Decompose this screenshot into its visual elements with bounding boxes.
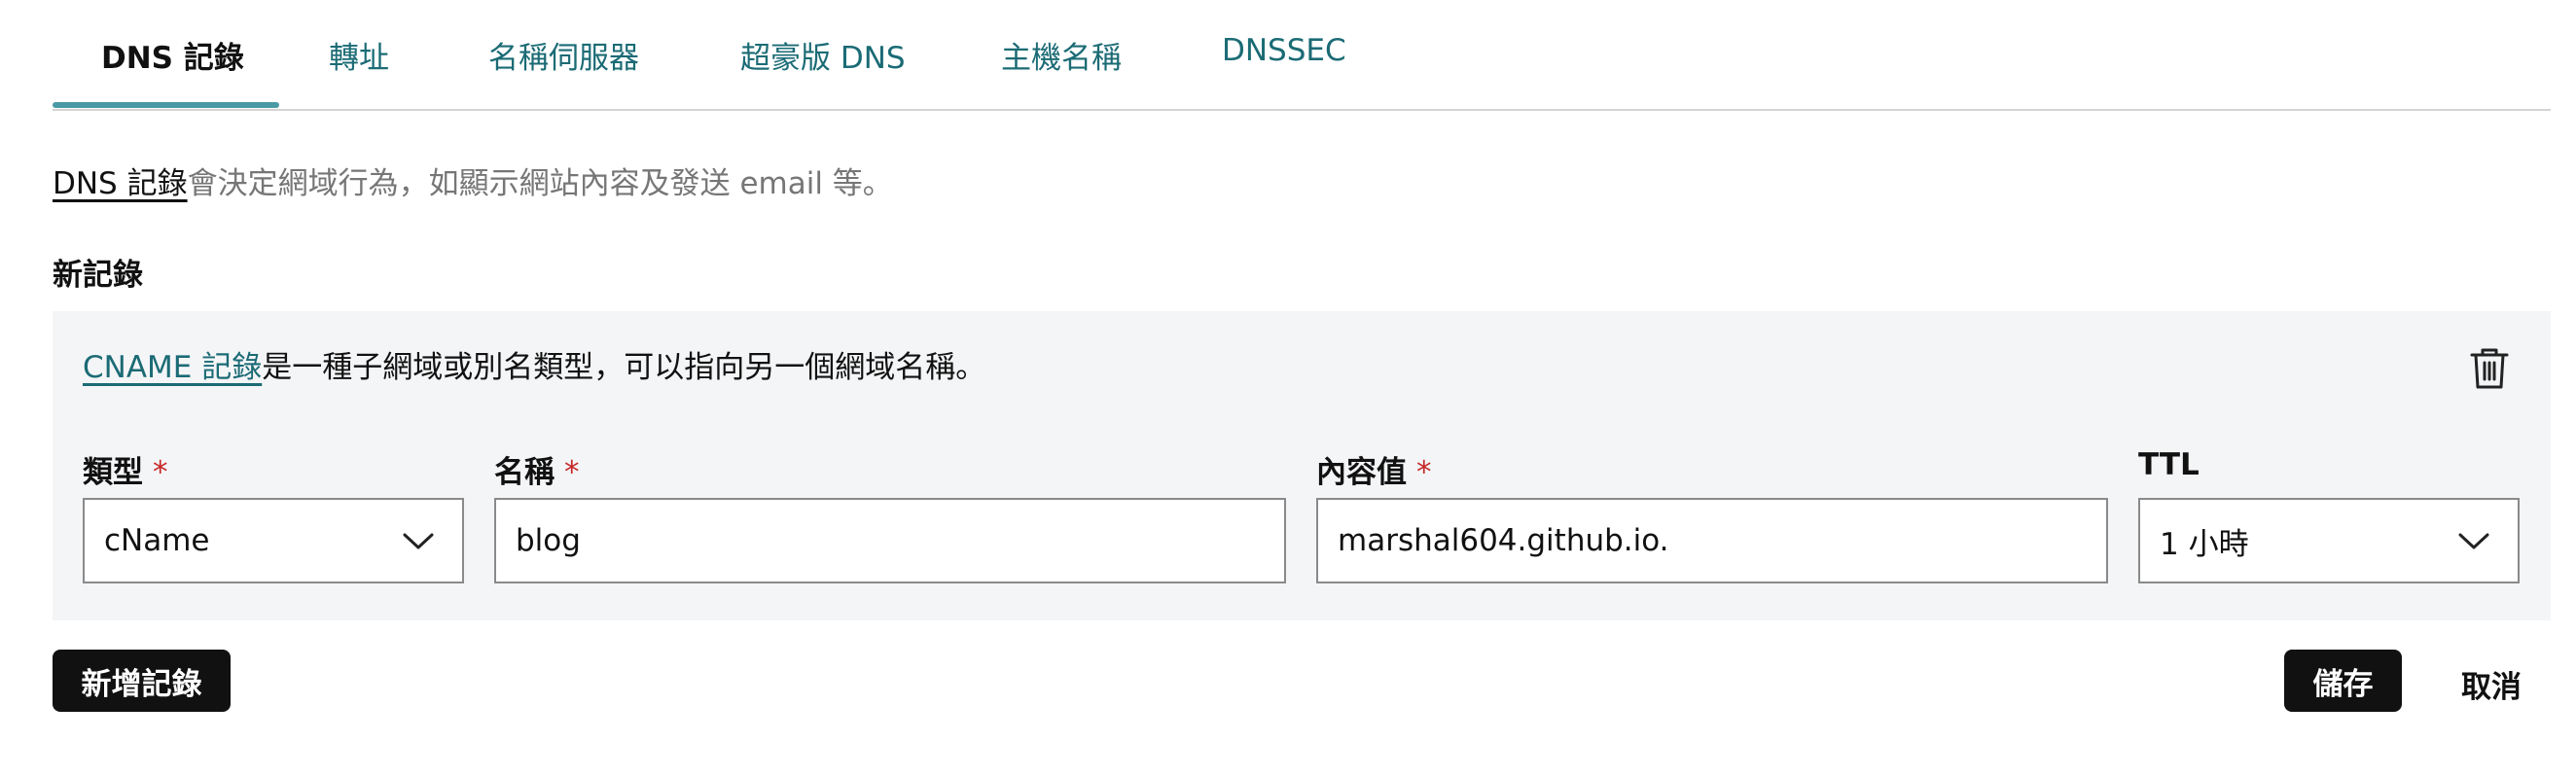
active-tab-indicator <box>53 102 279 108</box>
tab-forwarding[interactable]: 轉址 <box>329 33 389 77</box>
ttl-label: TTL <box>2138 447 2200 482</box>
name-input[interactable]: blog <box>494 498 1286 583</box>
type-select-value: cName <box>104 523 210 558</box>
tab-dns-records[interactable]: DNS 記錄 <box>101 33 244 77</box>
intro-description: 會決定網域行為，如顯示網站內容及發送 email 等。 <box>187 166 893 201</box>
new-record-title: 新記錄 <box>53 258 143 293</box>
content-label: 內容值 * <box>1316 455 1432 490</box>
add-record-button[interactable]: 新增記錄 <box>53 650 231 712</box>
intro-text: DNS 記錄會決定網域行為，如顯示網站內容及發送 email 等。 <box>53 159 893 202</box>
required-mark: * <box>153 455 168 490</box>
tab-hostnames[interactable]: 主機名稱 <box>1001 33 1122 77</box>
required-mark: * <box>564 455 580 490</box>
type-label: 類型 * <box>83 455 168 490</box>
content-input[interactable]: marshal604.github.io. <box>1316 498 2108 583</box>
trash-icon[interactable] <box>2468 346 2511 391</box>
cname-record-link[interactable]: CNAME 記錄 <box>83 350 262 385</box>
ttl-select-value: 1 小時 <box>2160 526 2249 562</box>
tab-bar: DNS 記錄 轉址 名稱伺服器 超豪版 DNS 主機名稱 DNSSEC <box>53 0 2551 111</box>
tab-nameservers[interactable]: 名稱伺服器 <box>488 33 639 77</box>
record-type-description: 是一種子網域或別名類型，可以指向另一個網域名稱。 <box>262 350 986 385</box>
ttl-select[interactable]: 1 小時 <box>2138 498 2520 583</box>
name-input-value: blog <box>516 523 581 558</box>
record-type-info: CNAME 記錄是一種子網域或別名類型，可以指向另一個網域名稱。 <box>83 342 985 386</box>
cancel-button[interactable]: 取消 <box>2461 662 2522 706</box>
tab-dnssec[interactable]: DNSSEC <box>1222 33 1346 68</box>
content-input-value: marshal604.github.io. <box>1338 523 1669 558</box>
chevron-down-icon <box>2458 533 2489 549</box>
name-label: 名稱 * <box>494 455 580 490</box>
required-mark: * <box>1416 455 1432 490</box>
type-select[interactable]: cName <box>83 498 464 583</box>
save-button[interactable]: 儲存 <box>2284 650 2402 712</box>
dns-records-link[interactable]: DNS 記錄 <box>53 166 188 201</box>
tab-premium-dns[interactable]: 超豪版 DNS <box>740 33 906 77</box>
chevron-down-icon <box>403 533 434 549</box>
new-record-panel: CNAME 記錄是一種子網域或別名類型，可以指向另一個網域名稱。 類型 * 名稱 *… <box>53 311 2551 620</box>
